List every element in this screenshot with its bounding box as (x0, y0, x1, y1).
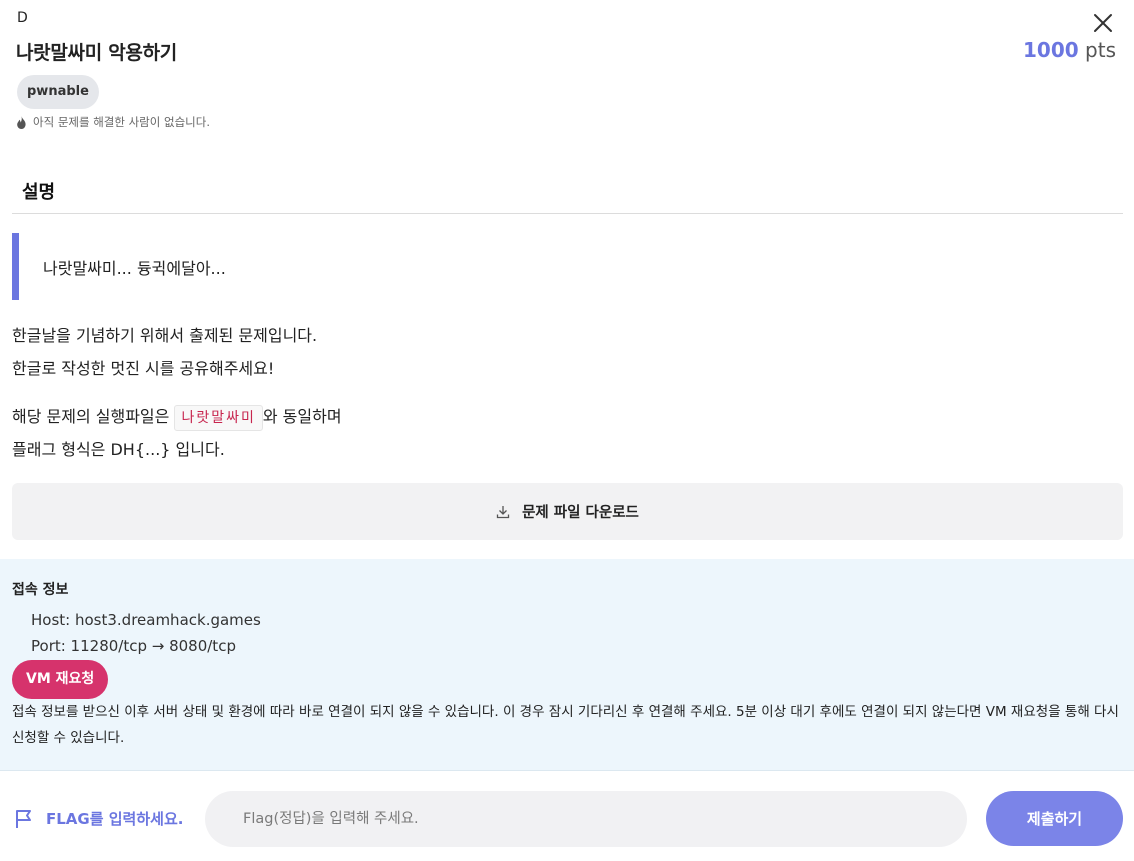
challenge-title: 나랏말싸미 악용하기 (16, 42, 177, 64)
flag-input[interactable] (205, 791, 967, 847)
description-line-2: 한글로 작성한 멋진 시를 공유해주세요! (12, 359, 275, 378)
connection-title: 접속 정보 (12, 582, 69, 598)
download-icon (496, 505, 510, 518)
submit-button[interactable]: 제출하기 (986, 791, 1123, 846)
section-divider (12, 213, 1123, 214)
description-line-3: 해당 문제의 실행파일은 나랏말싸미 와 동일하며 (12, 400, 342, 433)
challenge-points: 1000 pts (1023, 38, 1116, 62)
connection-info-panel: 접속 정보 Host: host3.dreamhack.games Port: … (0, 559, 1134, 771)
connection-host: Host: host3.dreamhack.games (31, 611, 261, 629)
solve-status-text: 아직 문제를 해결한 사람이 없습니다. (33, 115, 210, 129)
description-paragraph-1: 한글날을 기념하기 위해서 출제된 문제입니다. 한글로 작성한 멋진 시를 공… (12, 319, 317, 385)
download-label: 문제 파일 다운로드 (522, 505, 639, 521)
description-line-1: 한글날을 기념하기 위해서 출제된 문제입니다. (12, 326, 318, 345)
flag-label-text: FLAG를 입력하세요. (46, 810, 184, 828)
close-icon (1094, 14, 1112, 32)
flag-icon (16, 809, 31, 828)
connection-port: Port: 11280/tcp → 8080/tcp (31, 637, 236, 655)
description-quote: 나랏말싸미... 듕귁에달아... (12, 233, 612, 300)
points-unit: pts (1085, 38, 1116, 62)
inline-code: 나랏말싸미 (174, 405, 263, 431)
points-value: 1000 (1023, 38, 1079, 62)
fire-icon (17, 115, 26, 129)
connection-notice: 접속 정보를 받으신 이후 서버 상태 및 환경에 따라 바로 연결이 되지 않… (12, 704, 1119, 746)
flag-form-label: FLAG를 입력하세요. (14, 808, 183, 829)
category-tag[interactable]: pwnable (17, 75, 99, 109)
close-button[interactable] (1090, 10, 1116, 36)
challenge-level: D (17, 10, 28, 26)
download-file-button[interactable]: 문제 파일 다운로드 (12, 483, 1123, 540)
line3-before: 해당 문제의 실행파일은 (12, 407, 175, 426)
quote-text: 나랏말싸미... 듕귁에달아... (43, 258, 226, 278)
description-line-4: 플래그 형식은 DH{...} 입니다. (12, 440, 225, 459)
vm-request-button[interactable]: VM 재요청 (12, 660, 109, 699)
description-paragraph-2: 해당 문제의 실행파일은 나랏말싸미 와 동일하며 플래그 형식은 DH{...}… (12, 400, 342, 466)
line3-after: 와 동일하며 (262, 407, 342, 426)
description-heading: 설명 (22, 182, 56, 203)
solve-status: 아직 문제를 해결한 사람이 없습니다. (16, 114, 210, 130)
